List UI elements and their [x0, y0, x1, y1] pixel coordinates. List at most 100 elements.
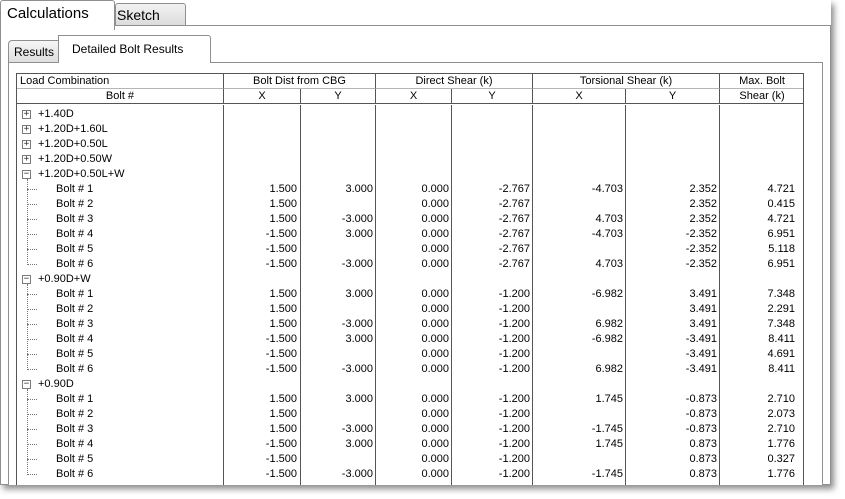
header-torsional-y[interactable]: Y [626, 89, 720, 104]
expand-icon[interactable]: + [22, 125, 31, 134]
bolt-row[interactable]: Bolt # 5 -1.500 0.000 -2.767 -2.352 5.118 [17, 242, 803, 257]
bolt-row[interactable]: Bolt # 4 -1.500 3.000 0.000 -1.200 1.745 0.873… [17, 437, 803, 452]
bolt-value-dx: -1.500 [265, 453, 297, 465]
bolt-value-sy: -2.767 [498, 183, 530, 195]
bolt-value-ty: 3.491 [689, 303, 717, 315]
bolt-value-ty: -2.352 [685, 243, 717, 255]
header-bolt-dist[interactable]: Bolt Dist from CBG [224, 74, 376, 89]
header-direct-x[interactable]: X [376, 89, 452, 104]
collapse-icon[interactable]: − [22, 380, 31, 389]
expand-icon[interactable]: + [22, 140, 31, 149]
bolt-value-tx: -4.703 [591, 228, 623, 240]
bolt-label: Bolt # 3 [56, 213, 94, 225]
tab-results[interactable]: Results [8, 40, 60, 62]
tab-detailed-bolt-results-label: Detailed Bolt Results [72, 42, 184, 56]
load-combination-row[interactable]: + +1.20D+1.60L [17, 122, 803, 137]
bolt-value-sx: 0.000 [421, 228, 449, 240]
bolt-value-ty: 0.873 [689, 438, 717, 450]
header-direct-shear[interactable]: Direct Shear (k) [376, 74, 533, 89]
header-max-bolt[interactable]: Max. Bolt [720, 74, 803, 89]
tree-connector [27, 444, 37, 445]
bolt-value-ty: 0.873 [689, 468, 717, 480]
bolt-value-dx: 1.500 [269, 183, 297, 195]
bolt-row[interactable]: Bolt # 5 -1.500 0.000 -1.200 -3.491 4.691 [17, 347, 803, 362]
bolt-value-max: 7.348 [767, 318, 795, 330]
bolt-row[interactable]: Bolt # 6 -1.500 -3.000 0.000 -1.200 -1.745 0.8… [17, 467, 803, 482]
bolt-value-ty: -3.491 [685, 363, 717, 375]
bolt-row[interactable]: Bolt # 1 1.500 3.000 0.000 -1.200 -6.982 3.491… [17, 287, 803, 302]
tree-connector [27, 324, 37, 325]
header-direct-y[interactable]: Y [452, 89, 533, 104]
tab-detailed-bolt-results[interactable]: Detailed Bolt Results [58, 35, 211, 63]
bolt-value-ty: -3.491 [685, 348, 717, 360]
tab-sketch[interactable]: Sketch [115, 3, 186, 25]
header-torsional-shear[interactable]: Torsional Shear (k) [533, 74, 720, 89]
header-dist-y[interactable]: Y [301, 89, 376, 104]
header-bolt-number[interactable]: Bolt # [17, 89, 224, 104]
load-combination-row[interactable]: + +1.20D+0.50W [17, 152, 803, 167]
bolt-value-ty: 2.352 [689, 198, 717, 210]
load-combination-label: +1.20D+0.50L+W [38, 168, 125, 180]
bolt-row[interactable]: Bolt # 5 -1.500 0.000 -1.200 0.873 0.327 [17, 452, 803, 467]
header-torsional-x[interactable]: X [533, 89, 626, 104]
bolt-label: Bolt # 6 [56, 363, 94, 375]
bolt-value-sx: 0.000 [421, 288, 449, 300]
bolt-value-tx: 4.703 [595, 213, 623, 225]
bolt-row[interactable]: Bolt # 6 -1.500 -3.000 0.000 -2.767 4.703 -2.3… [17, 257, 803, 272]
bolt-row[interactable]: Bolt # 6 -1.500 -3.000 0.000 -1.200 6.982 -3.4… [17, 362, 803, 377]
bolt-results-grid[interactable]: Load Combination Bolt Dist from CBG Dire… [16, 73, 804, 485]
header-max-bolt-shear[interactable]: Shear (k) [720, 89, 803, 104]
tab-calculations[interactable]: Calculations [0, 0, 115, 30]
collapse-icon[interactable]: − [22, 170, 31, 179]
bolt-value-dy: 3.000 [345, 333, 373, 345]
collapse-icon[interactable]: − [22, 275, 31, 284]
tree-connector [27, 369, 37, 370]
bolt-row[interactable]: Bolt # 3 1.500 -3.000 0.000 -1.200 6.982 3.491… [17, 317, 803, 332]
bolt-value-tx: 6.982 [595, 363, 623, 375]
bolt-value-max: 6.951 [767, 228, 795, 240]
bolt-value-sx: 0.000 [421, 393, 449, 405]
load-combination-row[interactable]: + +1.20D+0.50L [17, 137, 803, 152]
tree-connector [27, 189, 37, 190]
bolt-value-sy: -2.767 [498, 228, 530, 240]
bolt-value-sx: 0.000 [421, 453, 449, 465]
bolt-row[interactable]: Bolt # 1 1.500 3.000 0.000 -1.200 1.745 -0.873… [17, 392, 803, 407]
bolt-value-max: 8.411 [768, 363, 795, 375]
bolt-value-sy: -1.200 [498, 468, 530, 480]
load-combination-row[interactable]: − +1.20D+0.50L+W [17, 167, 803, 182]
bolt-value-max: 6.951 [767, 258, 795, 270]
bolt-row[interactable]: Bolt # 2 1.500 0.000 -1.200 -0.873 2.073 [17, 407, 803, 422]
header-dist-x[interactable]: X [224, 89, 301, 104]
bolt-label: Bolt # 2 [56, 303, 94, 315]
bolt-value-ty: -0.873 [685, 393, 717, 405]
load-combination-row[interactable]: + +1.40D [17, 107, 803, 122]
bolt-value-max: 4.721 [767, 183, 795, 195]
tree-connector [27, 354, 37, 355]
tab-calculations-label: Calculations [7, 5, 89, 22]
bolt-label: Bolt # 1 [56, 288, 94, 300]
header-load-combination[interactable]: Load Combination [17, 74, 224, 89]
bolt-value-ty: 2.352 [689, 183, 717, 195]
bolt-value-sx: 0.000 [421, 303, 449, 315]
bolt-value-ty: -2.352 [685, 228, 717, 240]
bolt-row[interactable]: Bolt # 1 1.500 3.000 0.000 -2.767 -4.703 2.352… [17, 182, 803, 197]
bolt-value-max: 2.710 [767, 393, 795, 405]
bolt-value-tx: -1.745 [591, 468, 623, 480]
bolt-value-dy: 3.000 [345, 288, 373, 300]
bolt-row[interactable]: Bolt # 4 -1.500 3.000 0.000 -1.200 -6.982 -3.4… [17, 332, 803, 347]
load-combination-row[interactable]: − +0.90D+W [17, 272, 803, 287]
expand-icon[interactable]: + [22, 155, 31, 164]
tree-connector [27, 294, 37, 295]
bolt-value-dx: -1.500 [265, 468, 297, 480]
bolt-row[interactable]: Bolt # 3 1.500 -3.000 0.000 -1.200 -1.745 -0.8… [17, 422, 803, 437]
bolt-value-sy: -1.200 [498, 318, 530, 330]
tree-connector [27, 459, 37, 460]
bolt-row[interactable]: Bolt # 3 1.500 -3.000 0.000 -2.767 4.703 2.352… [17, 212, 803, 227]
bolt-row[interactable]: Bolt # 2 1.500 0.000 -2.767 2.352 0.415 [17, 197, 803, 212]
bolt-value-sx: 0.000 [421, 423, 449, 435]
bolt-row[interactable]: Bolt # 4 -1.500 3.000 0.000 -2.767 -4.703 -2.3… [17, 227, 803, 242]
bolt-value-ty: 0.873 [689, 453, 717, 465]
bolt-row[interactable]: Bolt # 2 1.500 0.000 -1.200 3.491 2.291 [17, 302, 803, 317]
expand-icon[interactable]: + [22, 110, 31, 119]
load-combination-row[interactable]: − +0.90D [17, 377, 803, 392]
